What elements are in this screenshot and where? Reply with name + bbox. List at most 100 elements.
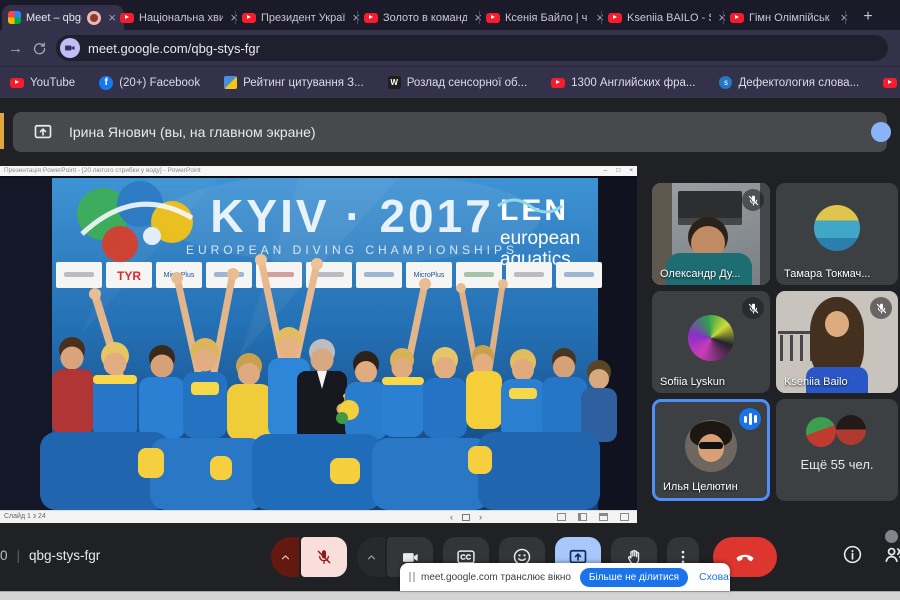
next-slide-icon: ›	[479, 512, 482, 522]
tab-youtube-5[interactable]: Kseniia BAILO - S ×	[602, 5, 734, 30]
present-screen-icon	[33, 122, 53, 142]
tab-youtube-3[interactable]: Золото в команд ×	[358, 5, 490, 30]
speaking-indicator-icon	[739, 408, 761, 430]
len-text-1: european	[500, 228, 580, 249]
tab-strip: Meet – qbg-s × Національна хви × Президе…	[0, 0, 900, 30]
os-taskbar-edge	[0, 591, 900, 600]
tab-meet[interactable]: Meet – qbg-s ×	[2, 5, 124, 30]
participant-tile-ilya-active-speaker[interactable]: Илья Целютин	[652, 399, 770, 501]
participant-tile-tamara[interactable]: Тамара Токмач...	[776, 183, 898, 285]
bookmark-rating[interactable]: Рейтинг цитування З...	[224, 76, 364, 89]
new-tab-button[interactable]: +	[856, 5, 880, 29]
tab-separator	[357, 11, 358, 24]
facebook-icon: f	[99, 76, 113, 90]
tab-capture-indicator-icon	[87, 11, 101, 25]
mic-options-chevron-icon[interactable]	[271, 537, 299, 577]
meeting-footer: 0 | qbg-stys-fgr	[0, 548, 100, 563]
tab-youtube-4[interactable]: Ксенія Байло | ч ×	[480, 5, 612, 30]
minimize-icon: –	[604, 166, 608, 176]
url-bar[interactable]: meet.google.com/qbg-stys-fgr	[56, 35, 888, 61]
hide-popup-button[interactable]: Сховати	[699, 571, 730, 583]
sponsor-microplus: MicroPlus	[414, 272, 445, 279]
bookmark-word-doc[interactable]: WРозлад сенсорної об...	[388, 76, 527, 89]
shared-slide-photo: KYIV · 2017 EUROPEAN DIVING CHAMPIONSHIP…	[0, 176, 637, 510]
bookmark-label: 1300 Английских фра...	[571, 77, 695, 89]
presenter-banner: Ірина Янович (вы, на главном экране)	[13, 112, 887, 152]
meet-favicon	[8, 11, 21, 24]
avatar	[871, 122, 891, 142]
sponsor-tyr: TYR	[117, 269, 141, 283]
window-controls: – □ ×	[604, 166, 633, 176]
sorter-view-icon	[578, 513, 587, 521]
participant-tile-kseniia[interactable]: Kseniia Bailo	[776, 291, 898, 393]
tab-label: Золото в команд	[383, 12, 467, 24]
bookmark-facebook[interactable]: f(20+) Facebook	[99, 76, 200, 90]
shared-presentation-window: Презентація PowerPoint - [20 лютого стри…	[0, 166, 637, 523]
tab-label: Ксенія Байло | ч	[505, 12, 589, 24]
clock-fragment: 0	[0, 548, 8, 563]
youtube-favicon	[730, 13, 744, 23]
tab-label: Національна хви	[139, 12, 223, 24]
powerpoint-window-title: Презентація PowerPoint - [20 лютого стри…	[4, 167, 201, 174]
tab-youtube-6[interactable]: Гімн Олімпійськ ×	[724, 5, 856, 30]
participant-name: Sofiia Lyskun	[660, 376, 767, 388]
share-message: meet.google.com транслює вікно	[421, 572, 571, 583]
slide-banner-subtitle: EUROPEAN DIVING CHAMPIONSHIPS	[186, 243, 518, 257]
bookmark-english[interactable]: 1300 Английских фра...	[551, 77, 695, 89]
tab-youtube-2[interactable]: Президент Украї ×	[236, 5, 368, 30]
prev-slide-icon: ‹	[450, 512, 453, 522]
sponsor-strip: TYR MicroPlus MicroPlus	[56, 262, 602, 288]
normal-view-icon	[557, 513, 566, 521]
slideshow-view-icon	[620, 513, 629, 521]
mic-toggle-button[interactable]	[301, 537, 347, 577]
participant-tile-overflow[interactable]: Ещё 55 чел.	[776, 399, 898, 501]
view-mode-icons	[557, 513, 629, 521]
participant-name: Илья Целютин	[663, 481, 764, 493]
youtube-icon	[883, 78, 897, 88]
site-icon: s	[719, 76, 732, 89]
close-icon: ×	[629, 166, 633, 176]
bookmark-calories[interactable]: Сжечь 300 калорий з...	[883, 77, 900, 89]
slide-banner-title: KYIV · 2017	[210, 190, 494, 242]
tab-separator	[723, 11, 724, 24]
participant-count-badge	[885, 530, 898, 543]
mic-control-group	[271, 537, 347, 577]
bookmark-defectology[interactable]: s Дефектология слова...	[719, 76, 859, 89]
youtube-icon	[551, 78, 565, 88]
edge-artifact	[0, 113, 4, 149]
meeting-info-icons	[842, 543, 900, 571]
meet-site-icon	[60, 38, 80, 58]
people-icon[interactable]	[883, 543, 900, 571]
avatar	[814, 205, 860, 251]
drag-handle-icon[interactable]	[409, 572, 411, 582]
mic-off-icon	[870, 297, 892, 319]
bookmark-label: Рейтинг цитування З...	[243, 77, 364, 89]
participant-tile-sofiia[interactable]: Sofiia Lyskun	[652, 291, 770, 393]
slide-menu-icon	[462, 514, 470, 521]
forward-icon[interactable]: →	[8, 30, 23, 66]
participant-tile-oleksandr[interactable]: Олександр Ду...	[652, 183, 770, 285]
tab-separator	[601, 11, 602, 24]
mic-off-icon	[742, 189, 764, 211]
bookmark-label: Дефектология слова...	[738, 77, 859, 89]
bookmarks-bar: YouTube f(20+) Facebook Рейтинг цитуванн…	[0, 66, 900, 98]
avatar	[688, 315, 734, 361]
slide-status: Слайд 1 з 24	[4, 513, 46, 520]
stop-sharing-button[interactable]: Більше не ділитися	[580, 568, 688, 587]
browser-window: Meet – qbg-s × Національна хви × Президе…	[0, 0, 900, 600]
participant-name: Олександр Ду...	[660, 268, 767, 280]
tab-separator	[845, 11, 846, 24]
reload-icon[interactable]	[32, 30, 47, 66]
youtube-favicon	[120, 13, 134, 23]
camera-options-chevron-icon[interactable]	[357, 537, 385, 577]
meet-page: Ірина Янович (вы, на главном экране) Пре…	[0, 98, 900, 591]
participant-name: Тамара Токмач...	[784, 268, 895, 280]
bookmark-youtube[interactable]: YouTube	[10, 77, 75, 89]
info-icon[interactable]	[842, 544, 863, 570]
bookmark-label: Розлад сенсорної об...	[407, 77, 527, 89]
len-logo: LEN european aquatics	[498, 194, 580, 270]
youtube-favicon	[364, 13, 378, 23]
youtube-favicon	[486, 13, 500, 23]
footer-separator: |	[17, 548, 21, 563]
tab-youtube-1[interactable]: Національна хви ×	[114, 5, 246, 30]
